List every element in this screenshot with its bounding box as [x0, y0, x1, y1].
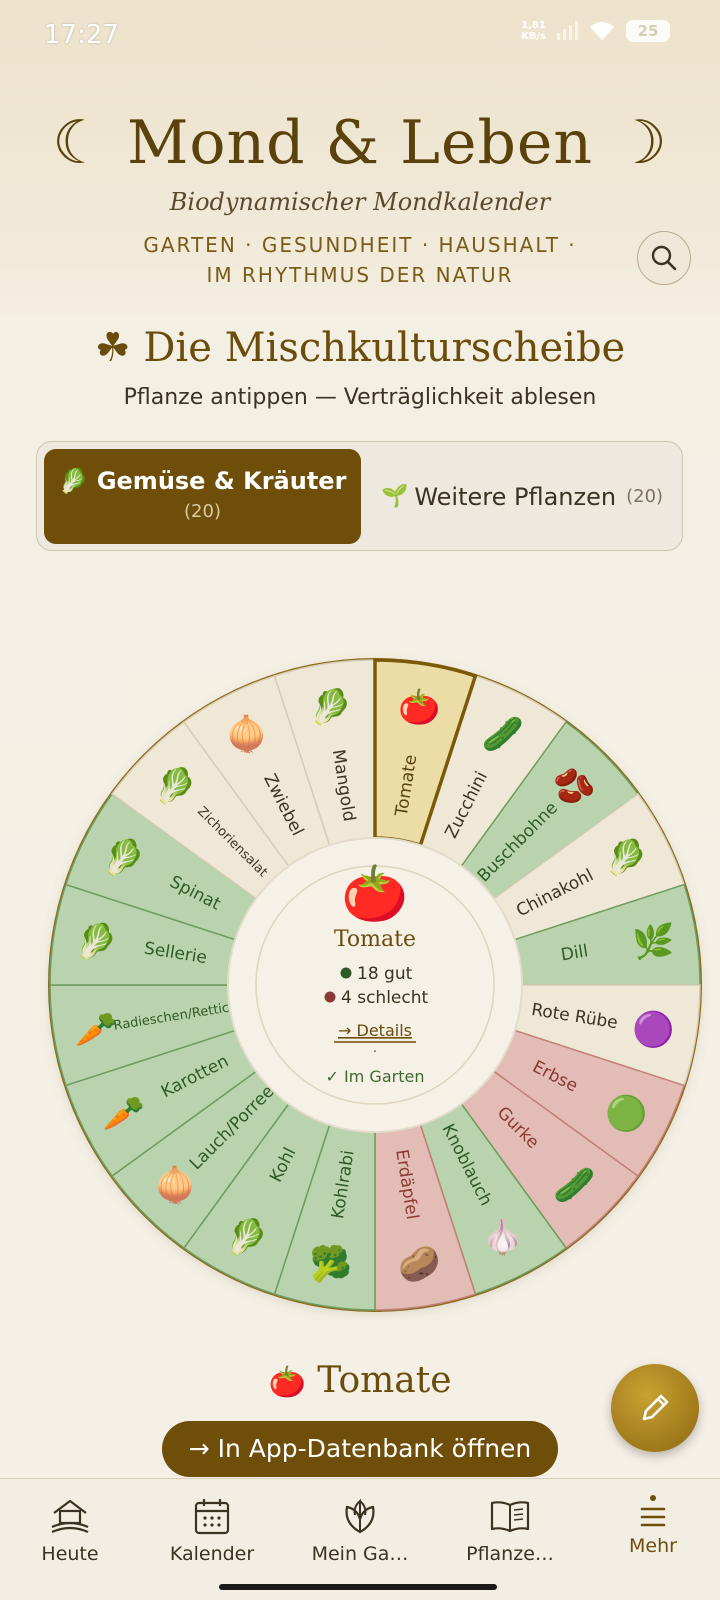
wheel-segment-icon: 🥒 — [482, 715, 524, 755]
nav-pflanzen[interactable]: Pflanze… — [445, 1495, 575, 1565]
center-plant-icon: 🍅 — [341, 862, 408, 926]
wheel-segment-icon: 🟣 — [632, 1010, 674, 1050]
nav-heute[interactable]: Heute — [5, 1495, 135, 1565]
nav-mehr[interactable]: Mehr — [588, 1495, 718, 1557]
wheel-segment-icon: 🥬 — [75, 922, 117, 962]
details-link[interactable]: → Details — [338, 1021, 412, 1040]
nav-label: Mehr — [629, 1535, 677, 1557]
nav-mein-garten[interactable]: Mein Ga… — [295, 1495, 425, 1565]
status-icons: 1,81 KB/s 25 — [521, 20, 670, 42]
wheel-segment-icon: 🍅 — [398, 687, 440, 727]
pencil-icon — [642, 1394, 669, 1421]
app-title: ☾ Mond & Leben ☽ — [52, 108, 668, 178]
bottom-navigation: Heute Kalender Mein Ga… Pflanze… Mehr — [0, 1478, 720, 1600]
tab-vegetables-herbs[interactable]: 🥬 Gemüse & Kräuter (20) — [44, 449, 361, 544]
wheel-segment-icon: 🥕 — [103, 1094, 145, 1134]
nav-label: Kalender — [169, 1543, 255, 1565]
status-time: 17:27 — [44, 20, 119, 50]
tagline: GARTEN · GESUNDHEIT · HAUSHALT · IM RHYT… — [90, 230, 630, 290]
search-icon — [651, 245, 677, 271]
network-speed: 1,81 KB/s — [521, 20, 546, 42]
wheel-segment-icon: 🌿 — [632, 922, 674, 962]
center-plant-name: Tomate — [334, 927, 416, 952]
calendar-icon — [194, 1499, 230, 1535]
wheel-segment-icon: 🥒 — [553, 1165, 595, 1205]
wheel-segment-icon: 🧄 — [482, 1217, 524, 1257]
edit-fab[interactable] — [611, 1364, 699, 1452]
tagline-line-1: GARTEN · GESUNDHEIT · HAUSHALT · — [143, 233, 577, 257]
tab-count: (20) — [626, 486, 664, 507]
nav-kalender[interactable]: Kalender — [147, 1495, 277, 1565]
tab-label: Weitere Pflanzen — [414, 482, 617, 511]
open-database-button[interactable]: → In App-Datenbank öffnen — [162, 1421, 558, 1477]
tab-label: Gemüse & Kräuter — [96, 467, 347, 495]
wheel-segment-icon: 🥬 — [103, 838, 145, 878]
in-garden-status[interactable]: ✓ Im Garten — [326, 1067, 425, 1086]
seedling-icon: 🌱 — [380, 484, 409, 509]
nav-label: Heute — [41, 1543, 99, 1565]
wifi-icon — [590, 22, 614, 40]
home-indicator — [219, 1584, 497, 1590]
menu-icon — [640, 1495, 666, 1527]
wheel-segment-icon: 🥬 — [310, 687, 352, 727]
good-dot — [340, 967, 352, 979]
tab-other-plants[interactable]: 🌱 Weitere Pflanzen (20) — [372, 449, 672, 544]
wheel-segment-icon: 🫘 — [553, 766, 595, 807]
bad-dot — [324, 991, 336, 1003]
section-title: ☘ Die Mischkulturscheibe — [94, 325, 626, 371]
companion-planting-wheel: 🥒Zucchini 🫘Buschbohne 🥬Chinakohl🌿Dill🟣Rote… — [48, 658, 702, 1312]
wheel-segment-icon: 🥔 — [398, 1245, 440, 1285]
leaf-icon — [345, 1498, 375, 1534]
wheel-segment-icon: 🥦 — [310, 1244, 352, 1285]
tab-count: (20) — [184, 501, 221, 522]
lettuce-icon: 🥬 — [58, 467, 89, 495]
wheel-segment-icon: 🧅 — [226, 714, 268, 755]
wheel-segment-icon: 🥬 — [605, 838, 647, 878]
tomato-icon: 🍅 — [268, 1365, 306, 1400]
wheel-segment-label: Dill — [559, 941, 589, 965]
nav-label: Pflanze… — [466, 1543, 554, 1565]
section-hint: Pflanze antippen — Verträglichkeit ables… — [123, 385, 597, 410]
center-bad-count: 4 schlecht — [341, 988, 429, 1008]
center-separator: · — [373, 1044, 377, 1060]
wheel-segment-icon: 🥬 — [226, 1217, 268, 1257]
status-bar: 17:27 1,81 KB/s 25 — [0, 0, 720, 70]
plant-category-tabs: 🥬 Gemüse & Kräuter (20) 🌱 Weitere Pflanz… — [36, 441, 683, 551]
search-button[interactable] — [637, 231, 691, 285]
signal-icon — [557, 21, 578, 40]
battery-indicator: 25 — [626, 20, 670, 42]
wheel-segment-icon: 🟢 — [605, 1094, 647, 1134]
wheel-segment-icon: 🧅 — [154, 1164, 196, 1205]
wheel-segment-icon: 🥕 — [75, 1010, 117, 1050]
app-subtitle: Biodynamischer Mondkalender — [169, 188, 551, 216]
center-good-count: 18 gut — [357, 964, 413, 984]
wheel-segment-icon: 🥬 — [154, 767, 196, 807]
tagline-line-2: IM RHYTHMUS DER NATUR — [206, 263, 514, 287]
book-icon — [490, 1501, 530, 1533]
wheel-center: 🍅 Tomate 18 gut 4 schlecht → Details · ✓… — [227, 837, 523, 1133]
nav-label: Mein Ga… — [311, 1543, 409, 1565]
home-icon — [51, 1499, 89, 1534]
detail-plant-name: Tomate — [317, 1360, 452, 1401]
